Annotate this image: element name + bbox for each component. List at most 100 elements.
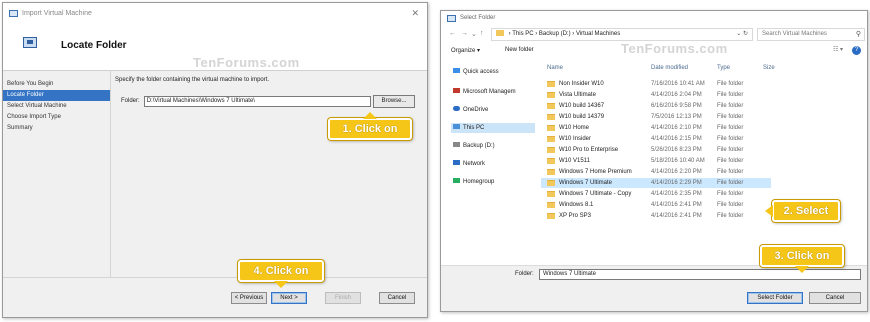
folder-icon xyxy=(547,114,555,120)
tree-item-network[interactable]: Network xyxy=(451,159,535,169)
select-folder-button[interactable]: Select Folder xyxy=(747,292,803,304)
folder-input[interactable]: D:\Virtual Machines\Windows 7 Ultimate\ xyxy=(143,95,371,107)
title-bar: Import Virtual Machine ✕ xyxy=(3,3,427,23)
tree-item-this-pc[interactable]: This PC xyxy=(451,123,535,133)
item-date: 4/14/2016 2:29 PM xyxy=(651,180,702,186)
list-item[interactable]: W10 V1511 5/18/2016 10:40 AM File folder xyxy=(541,156,771,166)
nav-item-choose-import-type[interactable]: Choose Import Type xyxy=(3,112,110,123)
callout-step-3: 3. Click on xyxy=(760,245,844,273)
tree-item-onedrive[interactable]: OneDrive xyxy=(451,105,535,115)
callout-step-1: 1. Click on xyxy=(328,112,412,140)
homegroup-icon xyxy=(453,178,460,183)
cancel-button[interactable]: Cancel xyxy=(809,292,861,304)
folder-icon xyxy=(547,92,555,98)
list-item[interactable]: W10 build 14379 7/5/2016 12:13 PM File fol… xyxy=(541,112,771,122)
item-type: File folder xyxy=(717,136,744,142)
folder-icon xyxy=(547,202,555,208)
organize-menu[interactable]: Organize ▾ xyxy=(451,47,480,54)
item-date: 7/16/2016 10:41 AM xyxy=(651,81,705,87)
back-icon[interactable]: ← xyxy=(449,30,456,37)
item-name: W10 V1511 xyxy=(559,158,590,164)
list-item[interactable]: XP Pro SP3 4/14/2016 2:41 PM File folder xyxy=(541,211,771,221)
item-type: File folder xyxy=(717,169,744,175)
callout-text: 4. Click on xyxy=(253,265,309,277)
folder-icon xyxy=(547,158,555,164)
wizard-content: Specify the folder containing the virtua… xyxy=(115,77,417,108)
tree-item-backup-drive[interactable]: Backup (D:) xyxy=(451,141,535,151)
breadcrumb-backup[interactable]: Backup (D:) xyxy=(539,31,571,37)
item-date: 4/14/2016 2:10 PM xyxy=(651,125,702,131)
list-item[interactable]: Vista Ultimate 4/14/2016 2:04 PM File fold… xyxy=(541,90,771,100)
item-type: File folder xyxy=(717,114,744,120)
column-header-date[interactable]: Date modified xyxy=(651,65,688,71)
page-title: Locate Folder xyxy=(61,40,127,51)
folder-icon xyxy=(547,125,555,131)
cloud-icon xyxy=(453,106,460,111)
cancel-button[interactable]: Cancel xyxy=(379,292,415,304)
item-name: W10 Pro to Enterprise xyxy=(559,147,619,153)
drive-icon xyxy=(453,142,460,147)
item-type: File folder xyxy=(717,125,744,131)
tree-label: This PC xyxy=(463,125,485,131)
folder-label: Folder: xyxy=(121,98,140,104)
list-item[interactable]: W10 build 14367 6/16/2016 9:58 PM File fol… xyxy=(541,101,771,111)
new-folder-button[interactable]: New folder xyxy=(505,47,534,53)
tree-label: Backup (D:) xyxy=(463,143,495,149)
folder-icon xyxy=(547,81,555,87)
tree-label: Network xyxy=(463,161,486,167)
nav-item-locate-folder[interactable]: Locate Folder xyxy=(3,90,110,101)
column-header-type[interactable]: Type xyxy=(717,65,730,71)
nav-item-before-you-begin[interactable]: Before You Begin xyxy=(3,79,110,90)
nav-item-summary[interactable]: Summary xyxy=(3,123,110,134)
list-item[interactable]: W10 Home 4/14/2016 2:10 PM File folder xyxy=(541,123,771,133)
breadcrumb-this-pc[interactable]: This PC xyxy=(512,31,533,37)
tree-item-homegroup[interactable]: Homegroup xyxy=(451,177,535,187)
close-icon[interactable]: ✕ xyxy=(411,8,419,19)
item-date: 4/14/2016 2:04 PM xyxy=(651,92,702,98)
wizard-header: Locate Folder TenForums.com xyxy=(3,23,427,71)
item-date: 5/18/2016 10:40 AM xyxy=(651,158,705,164)
item-name: Windows 7 Home Premium xyxy=(559,169,632,175)
list-item[interactable]: Windows 7 Ultimate - Copy 4/14/2016 2:35 … xyxy=(541,189,771,199)
folder-icon xyxy=(547,180,555,186)
list-item[interactable]: Windows 8.1 4/14/2016 2:41 PM File folder xyxy=(541,200,771,210)
tree-label: Microsoft Managem xyxy=(463,89,516,95)
search-input[interactable]: Search Virtual Machines ⚲ xyxy=(757,28,865,41)
previous-button[interactable]: < Previous xyxy=(231,292,267,304)
recent-chevron-icon[interactable]: ⌄ xyxy=(471,30,477,38)
callout-text: 1. Click on xyxy=(342,123,398,135)
wizard-buttons: < Previous Next > Finish Cancel xyxy=(3,277,427,317)
column-header-size[interactable]: Size xyxy=(763,65,775,71)
item-type: File folder xyxy=(717,158,744,164)
refresh-icon[interactable]: ⌄ ↻ xyxy=(736,29,748,40)
item-type: File folder xyxy=(717,213,744,219)
nav-item-select-vm[interactable]: Select Virtual Machine xyxy=(3,101,110,112)
folder-name-input[interactable]: Windows 7 Ultimate xyxy=(539,269,861,280)
tree-item-quick-access[interactable]: Quick access xyxy=(451,67,535,77)
list-item-selected[interactable]: Windows 7 Ultimate 4/14/2016 2:29 PM File … xyxy=(541,178,771,188)
breadcrumb-virtual-machines[interactable]: Virtual Machines xyxy=(576,31,620,37)
list-item[interactable]: W10 Insider 4/14/2016 2:15 PM File folder xyxy=(541,134,771,144)
breadcrumb[interactable]: › This PC › Backup (D:) › Virtual Machin… xyxy=(491,28,753,41)
breadcrumb-sep: › xyxy=(572,31,575,37)
next-button[interactable]: Next > xyxy=(271,292,307,304)
help-icon[interactable]: ? xyxy=(852,46,861,55)
finish-button[interactable]: Finish xyxy=(325,292,361,304)
folder-icon xyxy=(547,169,555,175)
tree-item-microsoft-management[interactable]: Microsoft Managem xyxy=(451,87,535,97)
list-item[interactable]: W10 Pro to Enterprise 5/26/2016 8:23 PM Fi… xyxy=(541,145,771,155)
import-virtual-machine-window: Import Virtual Machine ✕ Locate Folder T… xyxy=(2,2,428,318)
browse-button[interactable]: Browse... xyxy=(373,95,415,108)
column-header-name[interactable]: Name xyxy=(547,65,563,71)
item-date: 4/14/2016 2:15 PM xyxy=(651,136,702,142)
item-type: File folder xyxy=(717,103,744,109)
list-item[interactable]: Windows 7 Home Premium 4/14/2016 2:20 PM F… xyxy=(541,167,771,177)
forward-icon[interactable]: → xyxy=(461,30,468,37)
up-icon[interactable]: ↑ xyxy=(480,30,484,37)
instruction-text: Specify the folder containing the virtua… xyxy=(115,77,270,83)
hyperv-icon xyxy=(9,9,18,17)
folder-icon xyxy=(547,147,555,153)
item-name: W10 build 14379 xyxy=(559,114,605,120)
list-item[interactable]: Non Insider W10 7/16/2016 10:41 AM File fo… xyxy=(541,79,771,89)
view-options-icon[interactable]: ☷ ▾ xyxy=(833,46,843,53)
